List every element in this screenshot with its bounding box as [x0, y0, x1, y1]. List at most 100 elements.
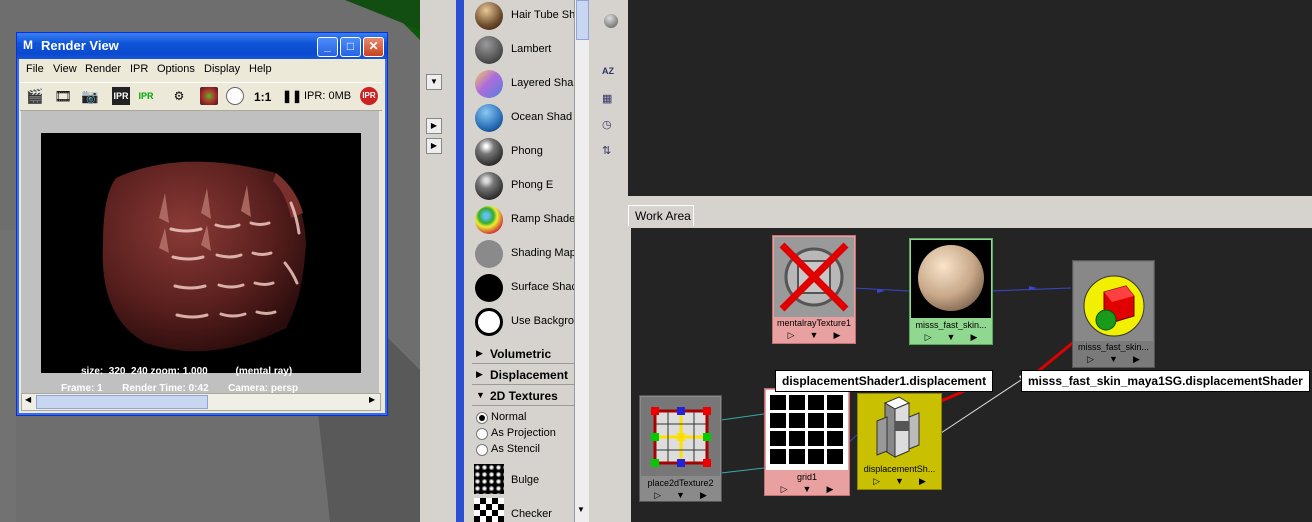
material-shading-map[interactable]: Shading Map: [472, 238, 582, 270]
radio-normal[interactable]: [476, 412, 488, 424]
category-label: Volumetric: [490, 347, 552, 361]
top-tabs-area[interactable]: [628, 0, 1312, 196]
category-volumetric[interactable]: ▶ Volumetric: [472, 345, 576, 364]
menu-file[interactable]: File: [26, 63, 44, 75]
sphere-swatch-icon[interactable]: [604, 14, 618, 28]
node-ports[interactable]: ▷ ▼ ▶: [765, 484, 849, 496]
panel-divider[interactable]: [456, 0, 464, 522]
scroll-thumb[interactable]: [36, 395, 208, 409]
tree-collapse-icon[interactable]: ▶: [426, 118, 442, 134]
menu-options[interactable]: Options: [157, 63, 195, 75]
rendered-object: [102, 161, 306, 352]
ipr-render-icon[interactable]: IPR: [112, 87, 130, 105]
maximize-button[interactable]: □: [340, 37, 361, 57]
sort-by-time-icon[interactable]: ◷: [602, 118, 618, 134]
sort-by-type-icon[interactable]: ▦: [602, 92, 618, 108]
node-displacement-shader[interactable]: displacementSh... ▷ ▼ ▶: [857, 393, 942, 490]
no-preview-icon: [779, 242, 849, 312]
ipr-refresh-icon[interactable]: IPR: [137, 87, 155, 105]
material-layered-shader[interactable]: Layered Sha: [472, 68, 582, 100]
node-ports[interactable]: ▷ ▼ ▶: [640, 490, 721, 502]
node-place2d-texture[interactable]: place2dTexture2 ▷ ▼ ▶: [639, 395, 722, 502]
callout-displacement-attribute: displacementShader1.displacement: [775, 370, 994, 392]
snapshot-icon[interactable]: 📷: [81, 87, 99, 105]
category-2d-textures[interactable]: ▼ 2D Textures: [472, 387, 576, 406]
texture-bulge[interactable]: Bulge: [472, 462, 576, 496]
scroll-thumb[interactable]: [576, 0, 589, 40]
title-bar[interactable]: M Render View _ □ ✕: [17, 33, 387, 59]
material-use-background[interactable]: Use Backgro: [472, 306, 582, 338]
shading-map-swatch-icon: [475, 240, 503, 268]
material-surface-shader[interactable]: Surface Shac: [472, 272, 582, 304]
hair-tube-swatch-icon: [475, 2, 503, 30]
rendered-image: [41, 133, 361, 373]
texture-label: Bulge: [511, 474, 540, 486]
node-ports[interactable]: ▷ ▼ ▶: [773, 330, 855, 342]
node-label: mentalrayTexture1: [776, 318, 852, 328]
material-label: Hair Tube Sh: [511, 9, 576, 21]
material-phong-e[interactable]: Phong E: [472, 170, 582, 202]
sort-by-name-icon[interactable]: AZ: [602, 66, 618, 82]
render-region-icon[interactable]: 🎞: [54, 87, 72, 105]
tree-expand-icon[interactable]: ▼: [426, 74, 442, 90]
category-label: Displacement: [490, 368, 569, 382]
window-title: Render View: [41, 38, 119, 53]
material-label: Shading Map: [511, 247, 576, 259]
menu-ipr[interactable]: IPR: [130, 63, 148, 75]
horizontal-scrollbar[interactable]: ◀ ▶: [21, 393, 381, 411]
lambert-swatch-icon: [475, 36, 503, 64]
material-ocean-shader[interactable]: Ocean Shad: [472, 102, 582, 134]
texture-checker[interactable]: Checker: [472, 496, 576, 522]
radio-as-stencil[interactable]: [476, 444, 488, 456]
menu-view[interactable]: View: [53, 63, 77, 75]
tree-collapse-icon[interactable]: ▶: [426, 138, 442, 154]
render-view-window: M Render View _ □ ✕ File View Render IPR…: [16, 32, 388, 416]
menu-bar: File View Render IPR Options Display Hel…: [20, 60, 382, 80]
material-label: Phong: [511, 145, 543, 157]
tab-work-area[interactable]: Work Area: [628, 205, 694, 226]
ipr-stop-icon[interactable]: IPR: [360, 87, 378, 105]
grid-texture-icon: [770, 395, 843, 464]
grid-swatch: [766, 390, 848, 470]
phong-e-swatch-icon: [475, 172, 503, 200]
pause-icon[interactable]: ❚❚: [282, 87, 302, 105]
scroll-down-icon[interactable]: ▼: [577, 505, 585, 514]
hypershade-tree-column: ▼ ▶ ▶: [420, 0, 457, 522]
node-ports[interactable]: ▷ ▼ ▶: [1073, 354, 1154, 366]
sort-reverse-icon[interactable]: ⇅: [602, 144, 618, 160]
node-shading-group[interactable]: misss_fast_skin... ▷ ▼ ▶: [1072, 260, 1155, 368]
mentalray-texture-swatch: [774, 237, 854, 317]
node-label: grid1: [796, 472, 817, 482]
material-ramp-shader[interactable]: Ramp Shade: [472, 204, 582, 236]
material-lambert[interactable]: Lambert: [472, 34, 582, 66]
menu-help[interactable]: Help: [249, 63, 272, 75]
scroll-right-icon[interactable]: ▶: [369, 395, 375, 404]
render-settings-icon[interactable]: ⚙: [170, 87, 188, 105]
category-displacement[interactable]: ▶ Displacement: [472, 366, 576, 385]
menu-display[interactable]: Display: [204, 63, 240, 75]
ramp-shader-swatch-icon: [475, 206, 503, 234]
render-view-canvas[interactable]: size: 320 240 zoom: 1.000 (mental ray) F…: [21, 111, 379, 394]
node-label: place2dTexture2: [647, 478, 714, 488]
minimize-button[interactable]: _: [317, 37, 338, 57]
close-button[interactable]: ✕: [363, 37, 384, 57]
node-ports[interactable]: ▷ ▼ ▶: [910, 332, 992, 344]
ocean-shader-swatch-icon: [475, 104, 503, 132]
node-ports[interactable]: ▷ ▼ ▶: [858, 476, 941, 488]
material-phong[interactable]: Phong: [472, 136, 582, 168]
render-toolbar: 🎬 🎞 📷 IPR IPR ⚙ 1:1 ❚❚ IPR: 0MB IPR: [20, 82, 382, 111]
node-grid[interactable]: grid1 ▷ ▼ ▶: [764, 388, 850, 496]
color-channels-icon[interactable]: [200, 87, 218, 105]
zoom-ratio-label[interactable]: 1:1: [254, 90, 271, 104]
node-misss-fast-skin[interactable]: misss_fast_skin... ▷ ▼ ▶: [909, 238, 993, 345]
scroll-left-icon[interactable]: ◀: [25, 395, 31, 404]
material-hair-tube-shader[interactable]: Hair Tube Sh: [472, 0, 582, 32]
alpha-channel-icon[interactable]: [226, 87, 244, 105]
radio-as-projection[interactable]: [476, 428, 488, 440]
render-frame-icon[interactable]: 🎬: [26, 87, 44, 105]
material-label: Phong E: [511, 179, 554, 191]
menu-render[interactable]: Render: [85, 63, 121, 75]
node-mentalray-texture[interactable]: mentalrayTexture1 ▷ ▼ ▶: [772, 235, 856, 344]
node-list-scrollbar[interactable]: ▼: [574, 0, 589, 522]
collapse-arrow-icon: ▶: [476, 369, 483, 379]
